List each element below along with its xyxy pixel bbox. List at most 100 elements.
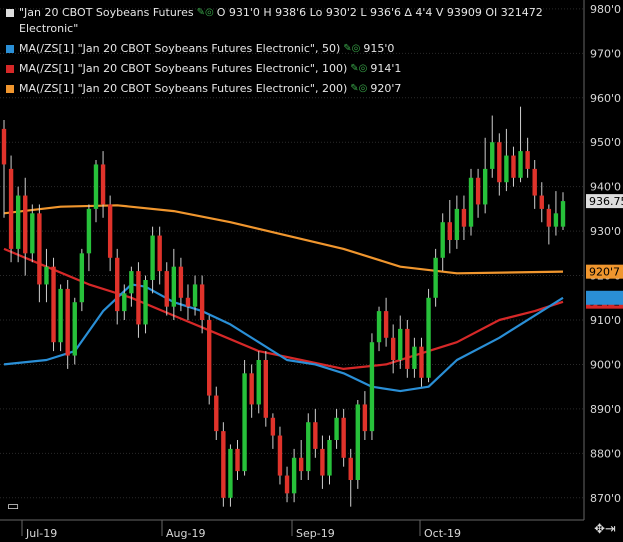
y-tick-label: 890'0 [590,403,621,416]
candle-body [454,208,460,240]
pencil-icon[interactable]: ✎◎ [197,5,214,21]
pencil-icon[interactable]: ✎◎ [350,81,367,97]
candle-body [291,457,297,494]
price-tag-label: 936.75 [589,195,623,208]
candle-body [348,457,353,480]
candle-body [461,208,467,227]
candle-body [214,395,219,432]
candle-body [553,213,559,227]
candle-body [433,257,438,298]
candle-body [270,417,276,436]
candle-body [207,320,212,396]
candle-body [157,235,162,272]
legend-ma200-swatch [6,85,14,93]
candle-body [122,293,127,312]
legend-ma100: MA(/ZS[1] "Jan 20 CBOT Soybeans Futures … [4,61,543,77]
candle-body [15,195,21,249]
legend-main-name2: Electronic" [19,22,79,35]
legend-main: "Jan 20 CBOT Soybeans Futures ✎◎ O 931'0… [4,5,543,21]
candle-body [504,155,509,183]
candle-body [355,404,360,480]
candle-body [37,213,42,285]
candle-body [192,284,198,307]
candle-body [185,297,191,307]
moving-average-line [3,247,564,370]
y-tick-label: 940'0 [590,181,621,194]
y-tick-label: 880'0 [590,447,621,460]
y-tick-label: 900'0 [590,358,621,371]
candle-body [221,431,226,498]
x-tick-label: Jul-19 [25,527,57,540]
candle-body [65,288,70,356]
candle-body [447,222,452,240]
legend-ma100-swatch [6,65,14,73]
candle-body [490,142,495,169]
minus-icon[interactable]: ▭ [4,500,22,516]
x-tick-label: Aug-19 [166,527,205,540]
x-tick-label: Oct-19 [424,527,461,540]
price-tags: 936.75920'7914'1 [586,194,623,309]
legend-main-name-line2: Electronic" [4,21,543,37]
candle-body [511,155,516,178]
candle-body [482,168,488,205]
candle-body [412,346,417,369]
candle-body [306,422,311,472]
legend-ma50-label: MA(/ZS[1] "Jan 20 CBOT Soybeans Futures … [19,42,341,55]
candle-body [539,195,544,209]
price-tag-label: 920'7 [589,266,620,279]
candle-body [398,328,403,360]
y-tick-label: 910'0 [590,314,621,327]
y-tick-label: 960'0 [590,92,621,105]
candle-body [30,213,35,254]
candle-body [320,448,325,476]
legend-ma200: MA(/ZS[1] "Jan 20 CBOT Soybeans Futures … [4,81,543,97]
candle-body [44,266,49,285]
candle-body [440,222,445,258]
legend-ma50-value: 915'0 [363,42,395,55]
candle-body [341,417,346,458]
candle-body [249,373,254,405]
candle-body [475,177,481,205]
candle-body [525,151,530,169]
pencil-icon[interactable]: ✎◎ [343,41,360,57]
legend-ma200-value: 920'7 [370,82,402,95]
candle-body [150,235,155,280]
candle-body [362,404,368,432]
y-tick-label: 930'0 [590,225,621,238]
candle-body [518,151,523,178]
candle-body [143,280,148,325]
candle-body [369,342,375,432]
candle-body [107,204,113,258]
candle-body [51,266,56,343]
legend-ma200-label: MA(/ZS[1] "Jan 20 CBOT Soybeans Futures … [19,82,348,95]
legend-ma50: MA(/ZS[1] "Jan 20 CBOT Soybeans Futures … [4,41,543,57]
x-tick-label: Sep-19 [296,527,335,540]
candle-body [23,195,28,254]
moving-average-line [3,283,564,393]
legend-ma50-swatch [6,45,14,53]
legend-main-name: "Jan 20 CBOT Soybeans Futures [19,6,194,19]
candle-body [1,128,7,165]
candle-body [100,164,106,205]
candle-body [327,440,332,476]
candle-body [115,257,120,312]
candle-body [277,435,283,476]
candle-body [93,164,99,209]
cross-arrows-icon[interactable]: ✥⇥ [594,523,616,537]
candle-body [390,337,396,360]
candle-body [86,208,92,254]
candle-body [426,297,431,378]
candle-body [313,422,318,449]
candle-body [72,302,77,356]
candle-body [546,208,552,227]
y-tick-label: 870'0 [590,492,621,505]
pencil-icon[interactable]: ✎◎ [350,61,367,77]
legend-main-ohlc: O 931'0 H 938'6 Lo 930'2 L 936'6 ∆ 4'4 V… [216,6,543,19]
candle-body [419,346,424,378]
candle-body [468,177,474,227]
candle-body [79,253,85,303]
candles [1,106,566,507]
candle-body [263,360,269,418]
candle-body [334,417,339,440]
candle-body [178,266,184,298]
